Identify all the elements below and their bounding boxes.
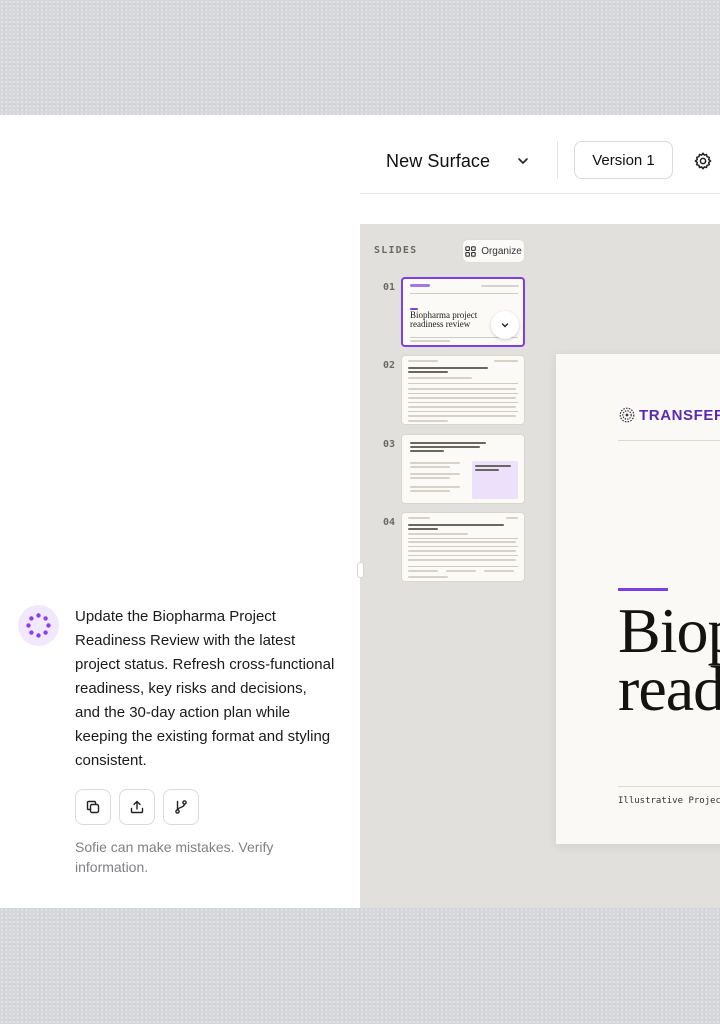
thumb-heading (408, 528, 438, 530)
thumb-heading (410, 450, 444, 452)
thumb-logo (410, 284, 430, 287)
slide-number: 04 (383, 517, 396, 528)
canvas-area: SLIDES Organize 01 Biopharma project rea… (357, 224, 720, 908)
assistant-avatar (18, 605, 59, 646)
thumb-subtext (408, 533, 468, 535)
thumb-header-text (494, 360, 518, 362)
surface-title: New Surface (386, 150, 491, 171)
chevron-down-icon (501, 323, 509, 328)
thumb-table-rule (408, 555, 518, 556)
thumb-header-text (506, 517, 518, 519)
thumb-item (410, 473, 460, 475)
thumb-item (410, 477, 450, 479)
thumb-subtext (408, 377, 472, 379)
slide-number: 03 (383, 439, 396, 450)
message-actions (75, 789, 199, 825)
thumb-table-row (408, 550, 516, 552)
surface-selector[interactable]: New Surface (386, 149, 530, 173)
thumb-title: Biopharma project readiness review (410, 310, 478, 329)
branch-button[interactable] (163, 789, 199, 825)
thumb-heading (410, 446, 480, 448)
app-window: Update the Biopharma Project Readiness R… (0, 115, 720, 908)
upload-icon (130, 800, 144, 814)
slide-thumbnail-1[interactable]: Biopharma project readiness review (401, 277, 525, 347)
thumb-table-rule (408, 402, 518, 403)
panel-resize-handle[interactable] (357, 562, 364, 578)
version-button[interactable]: Version 1 (574, 141, 673, 179)
thumb-callout-text (475, 465, 511, 467)
thumb-table-row (408, 559, 516, 561)
slides-label: SLIDES (374, 245, 418, 256)
thumb-heading (408, 371, 448, 373)
slide-accent-bar (618, 588, 668, 591)
slide-number: 01 (383, 282, 396, 293)
branch-icon (175, 800, 187, 814)
share-button[interactable] (119, 789, 155, 825)
thumb-footer-text (408, 570, 438, 572)
toolbar-divider (557, 141, 558, 179)
message-text: Update the Biopharma Project Readiness R… (75, 608, 335, 769)
grid-icon (465, 245, 476, 257)
thumb-header-text (408, 517, 430, 519)
thumb-item (410, 462, 460, 464)
slide-footer-text: Illustrative Project (618, 796, 720, 806)
thumb-table-rule (408, 393, 518, 394)
thumb-table-rule (408, 411, 518, 412)
organize-button[interactable]: Organize (462, 239, 525, 263)
thumb-menu-button[interactable] (491, 311, 519, 339)
chat-panel: Update the Biopharma Project Readiness R… (0, 115, 360, 908)
thumb-header-text (408, 360, 438, 362)
thumb-footer-text (408, 576, 448, 578)
thumb-header-text (481, 285, 519, 287)
surface-toolbar: New Surface Version 1 (360, 115, 720, 194)
thumb-item (410, 486, 460, 488)
thumb-footer-text (446, 570, 476, 572)
thumb-footer-text (410, 340, 450, 342)
spinner-icon (26, 613, 51, 638)
thumb-footer-text (484, 570, 514, 572)
chevron-down-icon (518, 158, 528, 164)
brand-name: TRANSFER (639, 406, 720, 424)
disclaimer-text: Sofie can make mistakes. Verify informat… (75, 839, 274, 875)
copy-button[interactable] (75, 789, 111, 825)
thumb-footer-text (408, 420, 448, 422)
thumb-heading (408, 367, 488, 369)
slide-header-rule (618, 440, 720, 441)
slide-thumbnail-4[interactable] (401, 512, 525, 582)
thumb-table-row (408, 406, 516, 408)
thumb-table-row (408, 541, 516, 543)
slide-title: Biop read (618, 595, 720, 724)
copy-icon (86, 800, 100, 814)
slide-thumbnail-2[interactable] (401, 355, 525, 425)
surface-pane: New Surface Version 1 SLIDES Organize 01… (357, 115, 720, 908)
thumb-table-rule (408, 566, 518, 567)
thumb-heading (410, 442, 486, 444)
thumb-heading (408, 524, 504, 526)
slide-thumbnail-3[interactable] (401, 434, 525, 504)
slide-brand: TRANSFER (618, 406, 720, 424)
logo-icon (619, 407, 635, 423)
thumb-table-rule (408, 538, 518, 539)
thumb-table-row (408, 415, 516, 417)
thumb-table-row (408, 388, 516, 390)
thumb-table-rule (408, 383, 518, 384)
organize-label: Organize (481, 245, 522, 257)
slide-footer-rule (618, 786, 720, 787)
thumb-item (410, 490, 450, 492)
thumb-item (410, 466, 450, 468)
slide-number: 02 (383, 360, 396, 371)
thumb-callout-text (475, 469, 499, 471)
thumb-table-row (408, 397, 516, 399)
main-slide-preview[interactable]: TRANSFER Biop read Illustrative Project (556, 354, 720, 844)
thumb-table-rule (408, 546, 518, 547)
thumb-rule (410, 293, 518, 294)
gear-icon[interactable] (693, 151, 713, 171)
